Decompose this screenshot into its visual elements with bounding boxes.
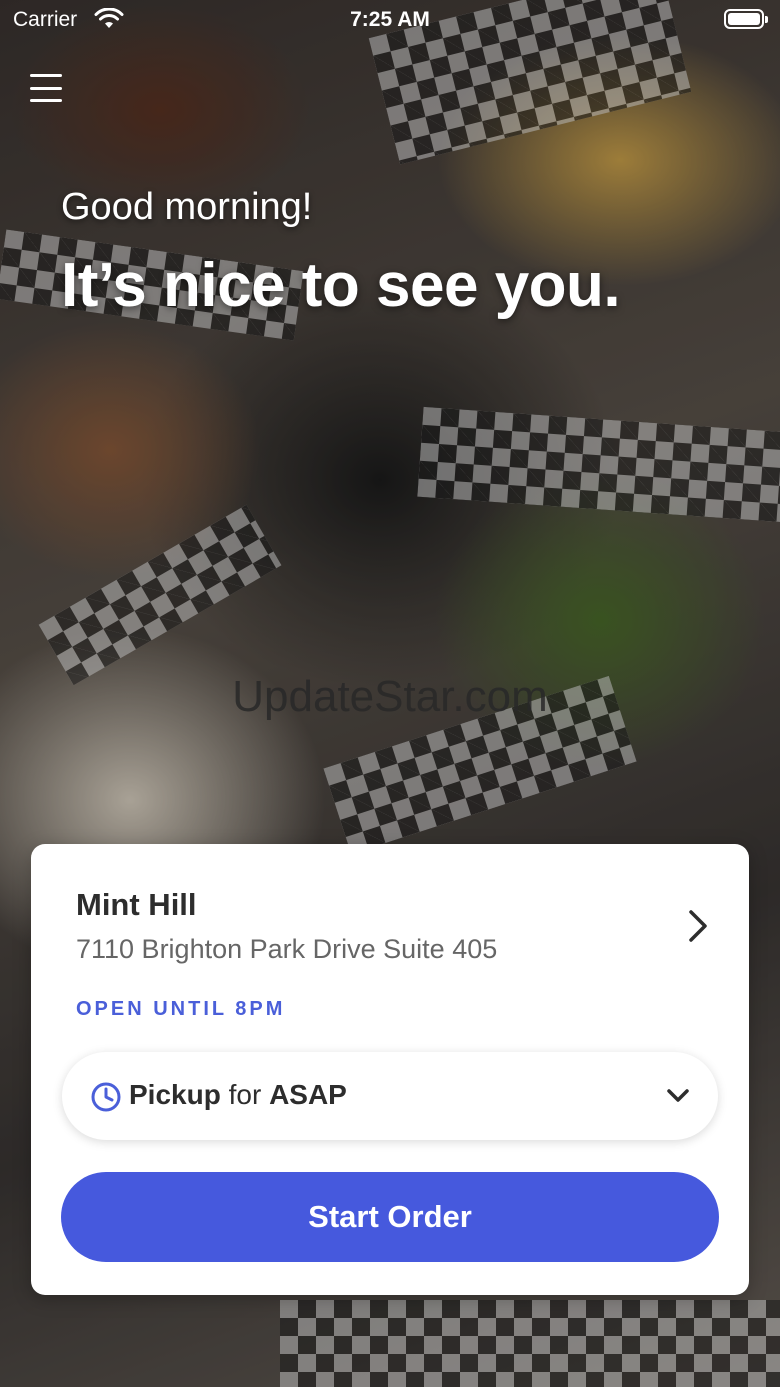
pickup-time-selector[interactable]: Pickup for ASAP — [62, 1052, 718, 1140]
watermark: UpdateStar.com — [232, 672, 548, 721]
start-order-button[interactable]: Start Order — [61, 1172, 719, 1262]
headline-text: It’s nice to see you. — [61, 251, 621, 320]
battery-icon — [724, 9, 768, 29]
chevron-down-icon — [667, 1089, 689, 1102]
pickup-time: ASAP — [269, 1079, 347, 1110]
greeting-text: Good morning! — [61, 186, 313, 228]
open-status-label: OPEN UNTIL 8PM — [76, 998, 286, 1020]
location-name[interactable]: Mint Hill — [76, 887, 197, 923]
hamburger-menu-icon[interactable] — [30, 74, 62, 102]
chevron-right-icon[interactable] — [687, 908, 709, 944]
pickup-connector: for — [228, 1079, 262, 1110]
clock-icon — [91, 1082, 121, 1112]
pickup-label: Pickup for ASAP — [129, 1079, 347, 1111]
status-time: 7:25 AM — [350, 8, 430, 31]
location-address[interactable]: 7110 Brighton Park Drive Suite 405 — [76, 934, 497, 965]
status-bar: Carrier 7:25 AM — [0, 0, 780, 40]
location-card: Mint Hill 7110 Brighton Park Drive Suite… — [31, 844, 749, 1295]
pickup-mode: Pickup — [129, 1079, 221, 1110]
